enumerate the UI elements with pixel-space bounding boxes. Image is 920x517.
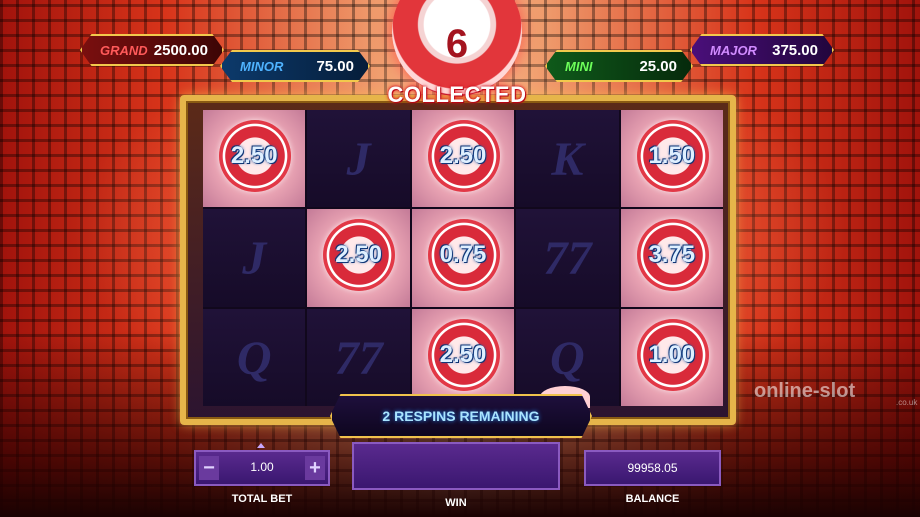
respins-text: 2 RESPINS REMAINING xyxy=(382,408,540,424)
coin-cell: 2.50 xyxy=(307,209,410,307)
symbol-cell: J xyxy=(307,110,410,208)
symbol-cell: K xyxy=(516,110,619,208)
coin-value: 3.75 xyxy=(648,241,696,269)
respins-banner: 2 RESPINS REMAINING xyxy=(330,394,592,438)
reel-grid: 2.50 J 2.50 K 1.50 J 2.50 0.75 77 3.75 Q… xyxy=(203,110,723,406)
jackpot-major-label: MAJOR xyxy=(710,42,757,58)
coin-cell: 2.50 xyxy=(411,308,515,406)
jackpot-major-value: 375.00 xyxy=(772,41,818,59)
coin-value: 2.50 xyxy=(335,241,382,269)
collected-count: 6 xyxy=(445,22,469,66)
bet-decrease-button[interactable]: − xyxy=(199,456,219,480)
reel-symbol: K xyxy=(551,133,584,186)
jackpot-grand-label: GRAND xyxy=(100,42,148,58)
symbol-cell: 77 xyxy=(307,308,410,406)
watermark-domain: .co.uk xyxy=(896,398,918,407)
coin-value: 2.50 xyxy=(439,142,487,169)
total-bet-label: TOTAL BET xyxy=(231,493,293,505)
jackpot-grand: GRAND 2500.00 xyxy=(80,34,224,66)
win-label: WIN xyxy=(445,497,467,509)
symbol-cell: 77 xyxy=(516,209,619,307)
balance-display: 99958.05 xyxy=(584,450,721,486)
watermark-logo: online-slot xyxy=(754,380,856,402)
coin-cell: 3.75 xyxy=(620,209,723,307)
coin-value: 1.50 xyxy=(648,142,696,169)
coin-value: 2.50 xyxy=(439,340,487,368)
coin-value: 1.00 xyxy=(648,340,696,368)
jackpot-minor-value: 75.00 xyxy=(316,57,354,75)
reel-symbol: 77 xyxy=(543,232,592,286)
win-display xyxy=(352,442,560,490)
coin-cell: 1.00 xyxy=(620,308,723,406)
coin-value: 0.75 xyxy=(439,241,487,269)
balance-value: 99958.05 xyxy=(627,461,678,475)
reel-symbol: 77 xyxy=(334,331,383,385)
jackpot-minor-label: MINOR xyxy=(240,58,284,74)
reel-symbol: Q xyxy=(550,331,585,385)
coin-cell: 2.50 xyxy=(411,110,515,208)
coin-cell: 2.50 xyxy=(203,110,306,208)
reel-symbol: J xyxy=(346,133,371,186)
jackpot-minor: MINOR 75.00 xyxy=(220,50,370,82)
total-bet-control: − 1.00 + xyxy=(194,450,330,486)
symbol-cell: Q xyxy=(203,308,306,406)
jackpot-major: MAJOR 375.00 xyxy=(690,34,834,66)
collected-label: COLLECTED xyxy=(387,82,527,107)
jackpot-mini-label: MINI xyxy=(565,58,593,74)
coin-value: 2.50 xyxy=(230,142,278,169)
bet-increase-button[interactable]: + xyxy=(305,456,325,480)
coin-cell: 1.50 xyxy=(620,110,723,208)
bet-up-arrow-icon[interactable] xyxy=(257,443,265,448)
reel-symbol: Q xyxy=(236,331,272,385)
coin-cell: 0.75 xyxy=(411,209,515,307)
balance-label: BALANCE xyxy=(625,493,680,505)
symbol-cell: J xyxy=(203,209,306,307)
total-bet-value: 1.00 xyxy=(250,460,274,474)
reel-symbol: J xyxy=(242,232,267,286)
jackpot-grand-value: 2500.00 xyxy=(153,41,208,59)
jackpot-mini: MINI 25.00 xyxy=(545,50,693,82)
jackpot-mini-value: 25.00 xyxy=(639,57,677,75)
